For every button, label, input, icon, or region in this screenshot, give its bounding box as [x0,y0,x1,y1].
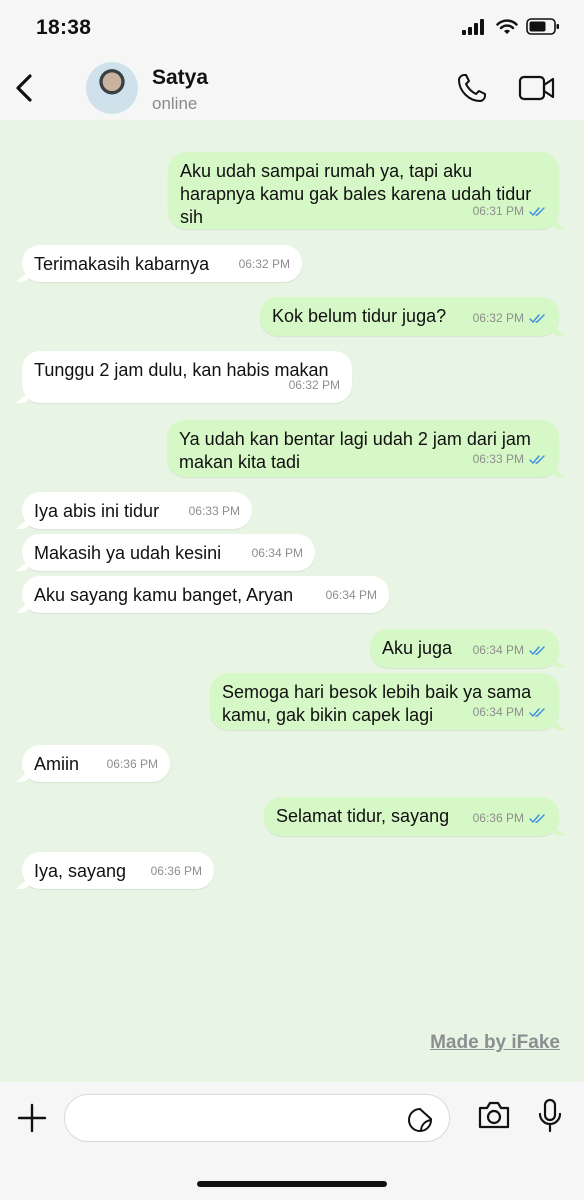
double-check-icon [529,707,545,717]
message-time: 06:34 PM [472,643,524,657]
message-meta: 06:32 PM [239,253,290,276]
message-meta: 06:31 PM [473,200,547,223]
double-check-icon [529,454,545,464]
battery-icon [526,18,559,35]
message-meta: 06:34 PM [473,639,547,662]
contact-status: online [152,94,198,113]
message-text: Iya, sayang [34,861,127,881]
message-time: 06:34 PM [251,546,303,560]
signal-icon [462,18,484,35]
message-bubble-incoming[interactable]: Iya abis ini tidur 06:33 PM [22,492,252,529]
message-text: Makasih ya udah kesini [34,543,222,563]
message-time: 06:36 PM [472,811,524,825]
status-bar: 18:38 [0,0,584,56]
wifi-icon [496,18,518,34]
double-check-icon [529,813,545,823]
message-meta: 06:33 PM [189,500,240,523]
message-bubble-outgoing[interactable]: Semoga hari besok lebih baik ya sama kam… [210,673,559,730]
message-bubble-incoming[interactable]: Makasih ya udah kesini 06:34 PM [22,534,315,571]
chat-area[interactable]: Aku udah sampai rumah ya, tapi aku harap… [0,120,584,1082]
message-meta: 06:34 PM [473,701,547,724]
message-bubble-incoming[interactable]: Amiin 06:36 PM [22,745,170,782]
message-bubble-incoming[interactable]: Terimakasih kabarnya 06:32 PM [22,245,302,282]
message-text: Iya abis ini tidur [34,501,160,521]
watermark-link[interactable]: Made by iFake [430,1032,560,1054]
message-time: 06:34 PM [472,705,524,719]
plus-icon[interactable] [16,1102,48,1134]
video-camera-icon[interactable] [518,74,556,102]
message-meta: 06:34 PM [252,542,303,565]
message-bubble-incoming[interactable]: Tunggu 2 jam dulu, kan habis makan 06:32… [22,351,352,403]
message-text: Tunggu 2 jam dulu, kan habis makan [34,360,329,380]
message-time: 06:33 PM [472,452,524,466]
message-text: Aku sayang kamu banget, Aryan [34,585,294,605]
message-time: 06:34 PM [325,588,377,602]
message-bubble-outgoing[interactable]: Aku juga 06:34 PM [370,629,559,668]
message-bubble-incoming[interactable]: Iya, sayang 06:36 PM [22,852,214,889]
chat-header: Satya online [0,56,584,120]
message-time: 06:33 PM [188,504,240,518]
message-meta: 06:33 PM [473,448,547,471]
message-meta: 06:36 PM [107,753,158,776]
avatar[interactable] [86,62,138,114]
sticker-icon[interactable] [407,1107,433,1133]
message-text: Kok belum tidur juga? [272,306,447,326]
message-meta: 06:32 PM [473,307,547,330]
message-bubble-incoming[interactable]: Aku sayang kamu banget, Aryan 06:34 PM [22,576,389,613]
message-time: 06:36 PM [106,757,158,771]
message-text: Aku juga [382,638,453,658]
message-meta: 06:36 PM [151,860,202,883]
status-time: 18:38 [36,16,92,39]
phone-icon[interactable] [456,72,488,104]
message-meta: 06:32 PM [289,374,340,397]
message-text: Terimakasih kabarnya [34,254,210,274]
message-bubble-outgoing[interactable]: Selamat tidur, sayang 06:36 PM [264,797,559,836]
message-meta: 06:34 PM [326,584,377,607]
message-text: Selamat tidur, sayang [276,806,450,826]
double-check-icon [529,313,545,323]
camera-icon[interactable] [476,1100,512,1130]
message-time: 06:32 PM [288,378,340,392]
message-time: 06:36 PM [150,864,202,878]
double-check-icon [529,645,545,655]
back-chevron-icon[interactable] [10,68,38,108]
contact-name[interactable]: Satya [152,66,208,90]
message-bubble-outgoing[interactable]: Aku udah sampai rumah ya, tapi aku harap… [168,152,559,229]
message-text: Amiin [34,754,80,774]
home-indicator[interactable] [197,1181,387,1187]
status-icons [462,18,560,35]
message-input[interactable] [64,1094,450,1142]
message-bubble-outgoing[interactable]: Ya udah kan bentar lagi udah 2 jam dari … [167,420,559,477]
message-time: 06:32 PM [238,257,290,271]
message-time: 06:32 PM [472,311,524,325]
message-bubble-outgoing[interactable]: Kok belum tidur juga? 06:32 PM [260,297,559,336]
microphone-icon[interactable] [538,1098,562,1134]
message-time: 06:31 PM [472,204,524,218]
message-meta: 06:36 PM [473,807,547,830]
double-check-icon [529,206,545,216]
